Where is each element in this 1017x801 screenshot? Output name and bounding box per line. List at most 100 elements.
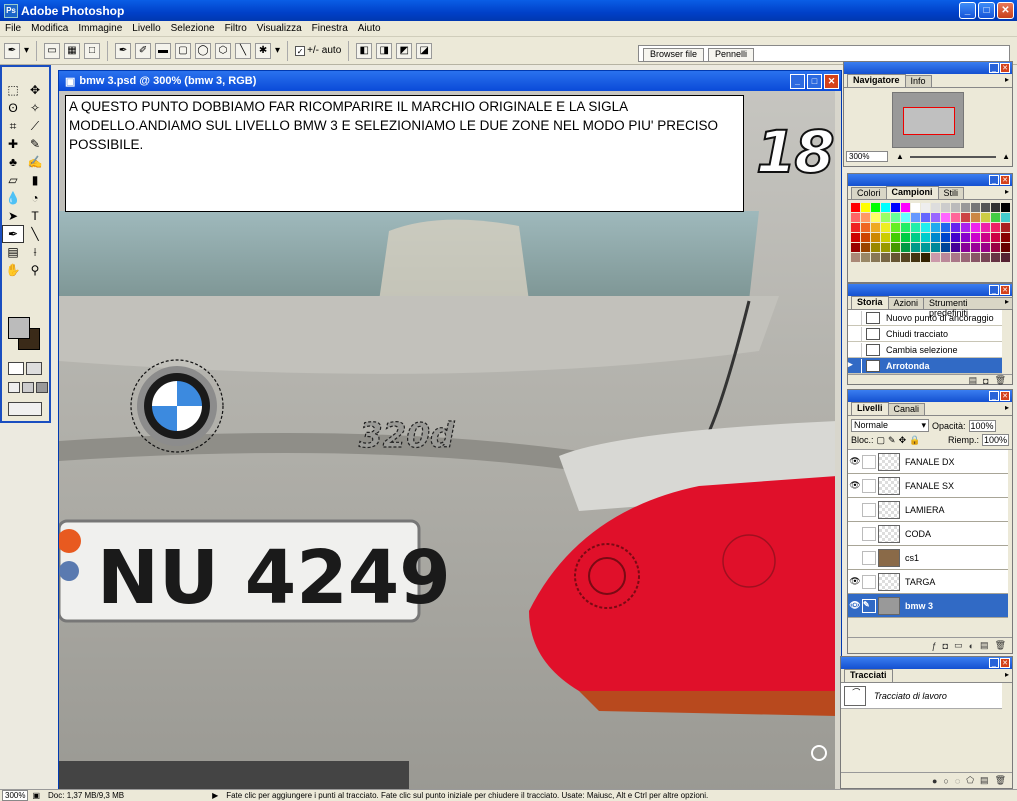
polygon-icon[interactable]: ⬡ (215, 42, 232, 59)
color-swatch[interactable] (931, 223, 940, 232)
chevron-down-icon[interactable]: ▾ (275, 45, 280, 56)
color-swatch[interactable] (991, 203, 1000, 212)
color-swatch[interactable] (891, 223, 900, 232)
zoom-icon[interactable]: ⚲ (24, 261, 46, 279)
move-icon[interactable]: ✥ (24, 81, 46, 99)
panel-close-button[interactable]: ✕ (1000, 658, 1010, 668)
color-swatch[interactable] (881, 243, 890, 252)
auto-add-delete-checkbox[interactable]: ✓ +/- auto (295, 45, 341, 56)
color-swatch[interactable] (891, 253, 900, 262)
adjustment-layer-icon[interactable]: ◐ (969, 641, 974, 651)
stamp-icon[interactable]: ♣ (2, 153, 24, 171)
color-swatch[interactable] (921, 213, 930, 222)
color-swatch[interactable] (921, 253, 930, 262)
tab-paths[interactable]: Tracciati (844, 669, 893, 682)
visibility-eye-icon[interactable]: 👁 (848, 600, 862, 611)
color-swatch[interactable] (931, 203, 940, 212)
eyedropper-icon[interactable]: ⟊ (24, 243, 46, 261)
status-zoom[interactable]: 300% (2, 790, 29, 801)
menu-visualizza[interactable]: Visualizza (252, 23, 307, 34)
line-icon[interactable]: ╲ (235, 42, 252, 59)
color-swatch[interactable] (851, 213, 860, 222)
navigator-zoom-field[interactable]: 300% (846, 151, 888, 162)
freeform-pen-icon[interactable]: ✐ (135, 42, 152, 59)
path-intersect-icon[interactable]: ◩ (396, 42, 413, 59)
color-swatch[interactable] (951, 223, 960, 232)
color-swatch[interactable] (971, 213, 980, 222)
color-swatch[interactable] (941, 243, 950, 252)
color-swatch[interactable] (911, 253, 920, 262)
color-swatch[interactable] (991, 223, 1000, 232)
notes-icon[interactable]: ▤ (2, 243, 24, 261)
color-swatch[interactable] (871, 223, 880, 232)
color-swatch[interactable] (941, 233, 950, 242)
color-swatch[interactable] (951, 203, 960, 212)
color-swatch[interactable] (1001, 223, 1010, 232)
minimize-button[interactable]: _ (959, 2, 976, 19)
tab-navigator[interactable]: Navigatore (847, 74, 906, 87)
color-swatch[interactable] (931, 253, 940, 262)
marquee-icon[interactable]: ⬚ (2, 81, 24, 99)
menu-modifica[interactable]: Modifica (26, 23, 73, 34)
color-swatch[interactable] (961, 243, 970, 252)
panel-minimize-button[interactable]: _ (989, 175, 999, 185)
color-swatch[interactable] (911, 203, 920, 212)
tab-channels[interactable]: Canali (887, 403, 926, 415)
visibility-eye-icon[interactable]: 👁 (848, 456, 862, 467)
type-icon[interactable]: T (24, 207, 46, 225)
color-swatch[interactable] (941, 223, 950, 232)
chevron-down-icon[interactable]: ▾ (24, 45, 29, 56)
trash-icon[interactable]: 🗑 (995, 775, 1006, 786)
layer-row[interactable]: cs1 (848, 546, 1008, 570)
color-swatch[interactable] (861, 243, 870, 252)
color-swatch[interactable] (881, 213, 890, 222)
lock-all-icon[interactable]: 🔒 (909, 435, 920, 446)
color-swatch[interactable] (971, 223, 980, 232)
color-swatch[interactable] (871, 203, 880, 212)
color-swatch[interactable] (891, 243, 900, 252)
color-swatch[interactable] (851, 223, 860, 232)
color-swatch[interactable] (981, 233, 990, 242)
zoom-out-icon[interactable]: ▲ (896, 152, 904, 161)
color-swatch[interactable] (931, 243, 940, 252)
color-swatch[interactable] (961, 223, 970, 232)
new-document-from-state-icon[interactable]: ▤ (969, 375, 978, 386)
history-state[interactable]: Nuovo punto di ancoraggio (848, 310, 1002, 326)
slice-icon[interactable]: ⟋ (24, 117, 46, 135)
color-swatch[interactable] (871, 243, 880, 252)
visibility-eye-icon[interactable]: 👁 (848, 480, 862, 491)
color-swatch[interactable] (941, 203, 950, 212)
fill-pixels-icon[interactable]: □ (84, 42, 101, 59)
history-state[interactable]: Chiudi tracciato (848, 326, 1002, 342)
ellipse-icon[interactable]: ◯ (195, 42, 212, 59)
color-swatch[interactable] (911, 243, 920, 252)
new-layer-icon[interactable]: ▤ (980, 640, 989, 651)
color-swatch[interactable] (911, 213, 920, 222)
blend-mode-select[interactable]: Normale ▾ (851, 419, 929, 432)
doc-close-button[interactable]: ✕ (824, 73, 839, 89)
layer-row[interactable]: CODA (848, 522, 1008, 546)
color-swatch[interactable] (1001, 243, 1010, 252)
tab-swatches[interactable]: Campioni (885, 186, 939, 199)
opacity-field[interactable]: 100% (968, 419, 996, 432)
trash-icon[interactable]: 🗑 (995, 375, 1006, 386)
color-swatch[interactable] (851, 243, 860, 252)
color-swatch[interactable] (871, 233, 880, 242)
path-subtract-icon[interactable]: ◨ (376, 42, 393, 59)
eraser-icon[interactable]: ▱ (2, 171, 24, 189)
well-tab-brushes[interactable]: Pennelli (708, 48, 755, 61)
standard-mode-icon[interactable] (8, 362, 24, 375)
new-snapshot-icon[interactable]: ◘ (983, 376, 988, 386)
color-swatch[interactable] (931, 233, 940, 242)
panel-minimize-button[interactable]: _ (989, 63, 999, 73)
fill-field[interactable]: 100% (981, 434, 1009, 446)
color-swatch[interactable] (891, 233, 900, 242)
imageready-jump-icon[interactable] (8, 402, 42, 416)
hand-icon[interactable]: ✋ (2, 261, 24, 279)
lock-pixels-icon[interactable]: ✎ (888, 435, 896, 446)
panel-close-button[interactable]: ✕ (1000, 285, 1010, 295)
color-swatch[interactable] (991, 213, 1000, 222)
dodge-icon[interactable]: ◔ (24, 189, 46, 207)
panel-close-button[interactable]: ✕ (1000, 391, 1010, 401)
color-swatch[interactable] (951, 243, 960, 252)
